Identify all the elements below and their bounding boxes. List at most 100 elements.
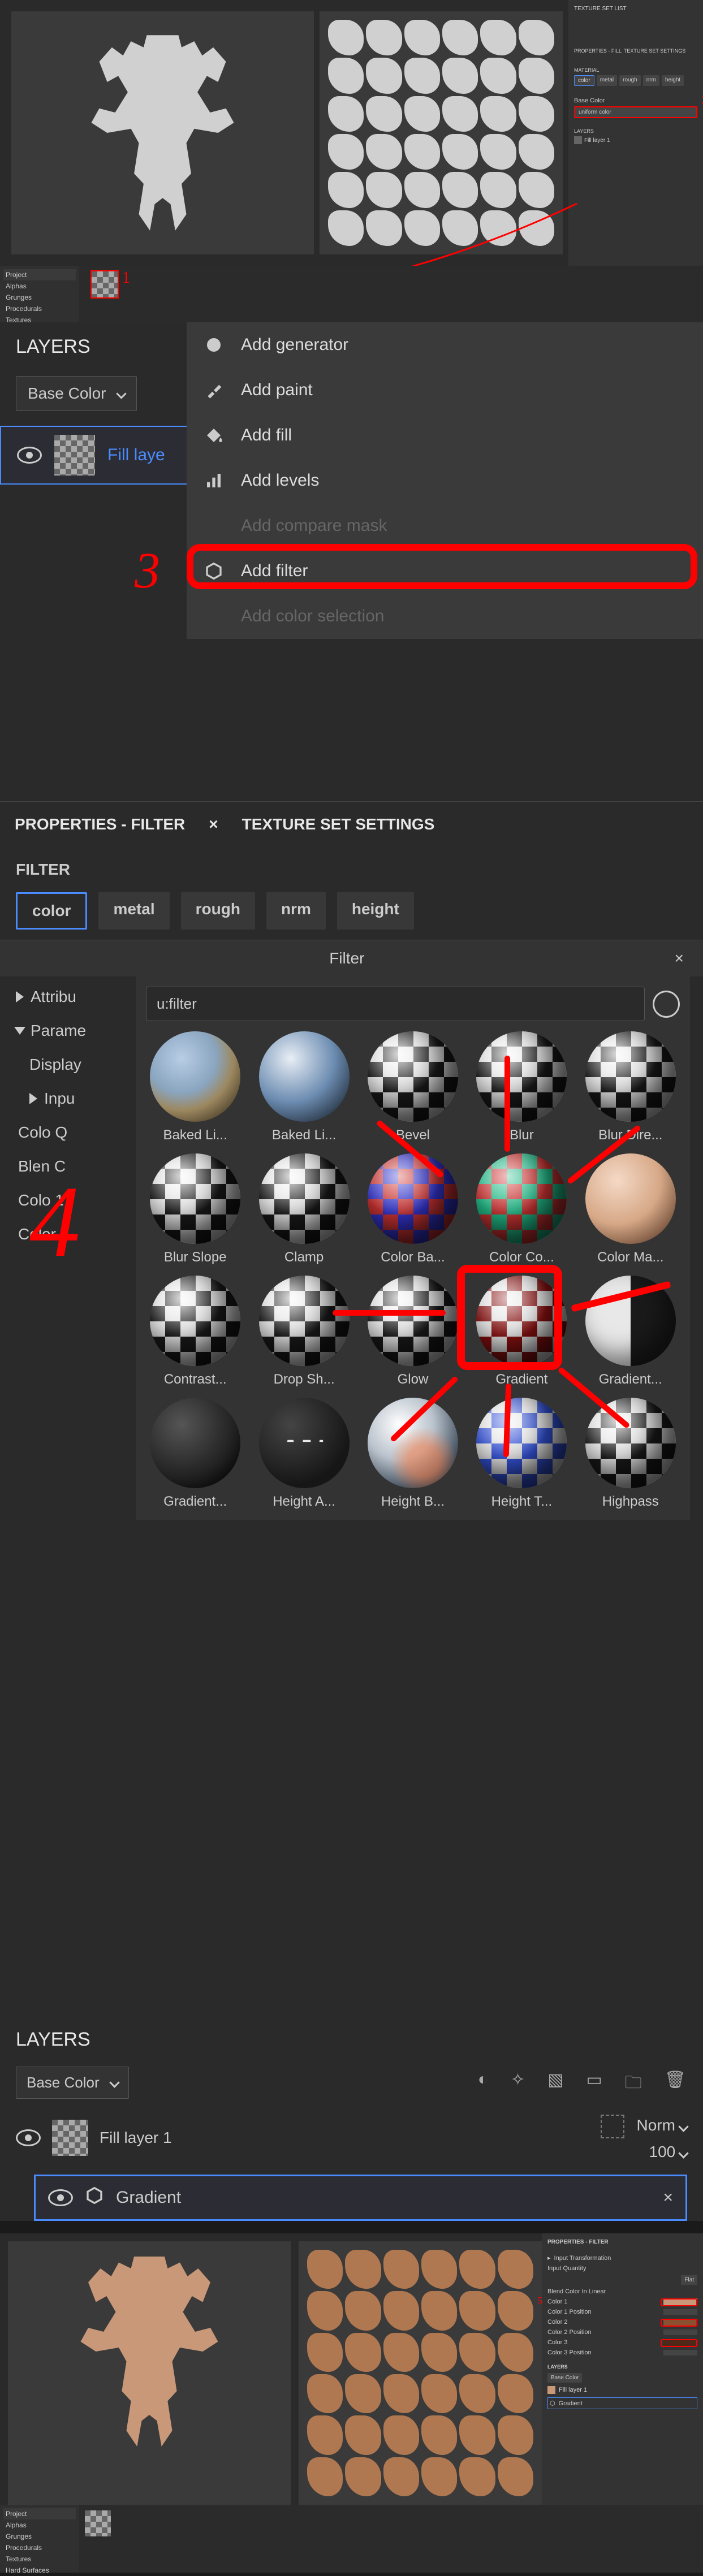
attributes-section[interactable]: Attribu <box>16 988 136 1006</box>
add-layer-icon[interactable]: ▭ <box>586 2070 602 2099</box>
effects-icon[interactable]: ✧ <box>511 2070 525 2099</box>
filter-height-blend[interactable]: Height B... <box>364 1398 462 1510</box>
shelf-texture-thumb[interactable] <box>85 2510 111 2536</box>
shelf-cat[interactable]: Textures <box>3 2553 76 2565</box>
channel-select[interactable]: Base Color <box>16 376 137 411</box>
color2-position-row[interactable]: Color 2 Position <box>547 2329 697 2336</box>
fill-layer-row-small[interactable]: Fill layer 1 <box>547 2386 697 2394</box>
filter-blur[interactable]: Blur <box>472 1031 571 1143</box>
shelf-cat[interactable]: Alphas <box>3 280 76 292</box>
opacity-value[interactable]: 100 <box>649 2143 676 2160</box>
close-icon[interactable]: × <box>663 2188 673 2207</box>
slider[interactable] <box>663 2309 697 2315</box>
close-icon[interactable]: × <box>675 949 684 967</box>
filter-blur-directional[interactable]: Blur Dire... <box>581 1031 680 1143</box>
color1-row[interactable]: Color 1 5 <box>547 2298 697 2305</box>
shelf-cat[interactable]: Project <box>3 269 76 280</box>
menu-add-levels[interactable]: Add levels <box>187 458 703 503</box>
filter-clamp[interactable]: Clamp <box>255 1153 353 1265</box>
picker-search-input[interactable]: u:filter <box>146 987 645 1021</box>
blend-mode-select[interactable]: Norm <box>637 2116 687 2134</box>
filter-slot-bar[interactable]: Filter × <box>0 940 703 976</box>
layer-thumbnail[interactable] <box>54 435 95 476</box>
filter-effect-row[interactable]: Gradient × <box>34 2175 687 2221</box>
filter-highpass[interactable]: Highpass <box>581 1398 680 1510</box>
delete-icon[interactable]: 🗑 <box>665 2070 686 2099</box>
slider[interactable] <box>663 2350 697 2355</box>
annotation-4: 4 <box>29 1163 80 1280</box>
channel-nrm[interactable]: nrm <box>266 892 326 930</box>
parameters-section[interactable]: Parame <box>16 1022 136 1040</box>
menu-add-generator[interactable]: Add generator <box>187 322 703 368</box>
filter-height-to-normal[interactable]: Height T... <box>472 1398 571 1510</box>
shelf-cat[interactable]: Grunges <box>3 292 76 303</box>
viewport-2d-result[interactable] <box>299 2241 542 2505</box>
texture-set-settings-tab[interactable]: TEXTURE SET SETTINGS <box>624 48 685 54</box>
folder-icon[interactable]: 🗀 <box>625 2070 642 2099</box>
channel-rough[interactable]: rough <box>619 75 641 86</box>
menu-add-fill[interactable]: Add fill <box>187 413 703 458</box>
texture-set-settings-tab[interactable]: TEXTURE SET SETTINGS <box>227 802 450 847</box>
layer-row-fill[interactable]: Fill layer 1 Norm 100 <box>0 2107 703 2169</box>
channel-metal[interactable]: metal <box>597 75 617 86</box>
shelf-cat[interactable]: Alphas <box>3 2519 76 2531</box>
visibility-toggle-icon[interactable] <box>16 2129 41 2146</box>
properties-filter-tab[interactable]: PROPERTIES - FILTER <box>547 2239 697 2245</box>
channel-select[interactable]: Base Color <box>16 2067 129 2099</box>
input-section[interactable]: Inpu <box>16 1090 136 1108</box>
filter-baked-lighting-env[interactable]: Baked Li... <box>146 1031 244 1143</box>
channel-height[interactable]: height <box>662 75 684 86</box>
color1-position-row[interactable]: Color 1 Position <box>547 2309 697 2315</box>
channel-color[interactable]: color <box>16 892 87 930</box>
properties-fill-tab[interactable]: PROPERTIES - FILL <box>574 48 622 54</box>
filter-height-adjust[interactable]: Height A... <box>255 1398 353 1510</box>
shelf-cat[interactable]: Project <box>3 2508 76 2519</box>
slider[interactable] <box>663 2329 697 2335</box>
filter-gradient-curve[interactable]: Gradient... <box>146 1398 244 1510</box>
uniform-color-select[interactable]: uniform color <box>574 106 697 118</box>
menu-add-paint[interactable]: Add paint <box>187 368 703 413</box>
filter-baked-lighting-styl[interactable]: Baked Li... <box>255 1031 353 1143</box>
mask-icon[interactable]: ◐ <box>478 2070 488 2099</box>
color3-row[interactable]: Color 3 <box>547 2339 697 2346</box>
base-color-select-small[interactable]: Base Color <box>547 2373 697 2383</box>
chevron-down-icon <box>116 388 126 399</box>
flat-value[interactable]: Flat <box>547 2275 697 2285</box>
visibility-toggle-icon[interactable] <box>48 2189 73 2206</box>
viewport-3d[interactable] <box>11 11 314 254</box>
filter-blur-slope[interactable]: Blur Slope <box>146 1153 244 1265</box>
refresh-icon[interactable] <box>653 991 680 1018</box>
layer-name[interactable]: Fill layer 1 <box>100 2129 172 2147</box>
shelf-cat[interactable]: Procedurals <box>3 303 76 314</box>
color3-position-row[interactable]: Color 3 Position <box>547 2349 697 2356</box>
filter-color-correct[interactable]: Color Co... <box>472 1153 571 1265</box>
shelf-cat[interactable]: Hard Surfaces <box>3 2565 76 2576</box>
effect-name[interactable]: Gradient <box>116 2188 181 2207</box>
shelf-cat[interactable]: Procedurals <box>3 2542 76 2553</box>
mask-slot[interactable] <box>601 2115 624 2138</box>
shelf-cat[interactable]: Grunges <box>3 2531 76 2542</box>
visibility-toggle-icon[interactable] <box>17 447 42 464</box>
chevron-down-icon <box>678 2148 688 2158</box>
viewport-3d-result[interactable] <box>8 2241 291 2505</box>
filter-color-match[interactable]: Color Ma... <box>581 1153 680 1265</box>
properties-filter-tab[interactable]: PROPERTIES - FILTER <box>0 802 200 847</box>
channel-rough[interactable]: rough <box>181 892 255 930</box>
filter-drop-shadow[interactable]: Drop Sh... <box>255 1276 353 1388</box>
annotation-box-gradient <box>457 1265 562 1370</box>
close-tab-button[interactable]: × <box>200 802 227 847</box>
channel-nrm[interactable]: nrm <box>643 75 659 86</box>
channel-height[interactable]: height <box>337 892 414 930</box>
layer-name[interactable]: Fill laye <box>107 446 165 465</box>
color2-row[interactable]: Color 2 <box>547 2319 697 2326</box>
fill-layer-small[interactable]: Fill layer 1 <box>584 137 610 144</box>
filter-glow[interactable]: Glow <box>364 1276 462 1388</box>
channel-metal[interactable]: metal <box>98 892 169 930</box>
viewport-2d-uv[interactable] <box>320 11 563 254</box>
filter-color-balance[interactable]: Color Ba... <box>364 1153 462 1265</box>
layer-thumbnail[interactable] <box>52 2120 88 2156</box>
channel-color[interactable]: color <box>574 75 594 86</box>
bucket-icon[interactable]: ▧ <box>547 2070 563 2099</box>
filter-contrast[interactable]: Contrast... <box>146 1276 244 1388</box>
gradient-effect-row-small[interactable]: ⬡ Gradient <box>547 2397 697 2409</box>
